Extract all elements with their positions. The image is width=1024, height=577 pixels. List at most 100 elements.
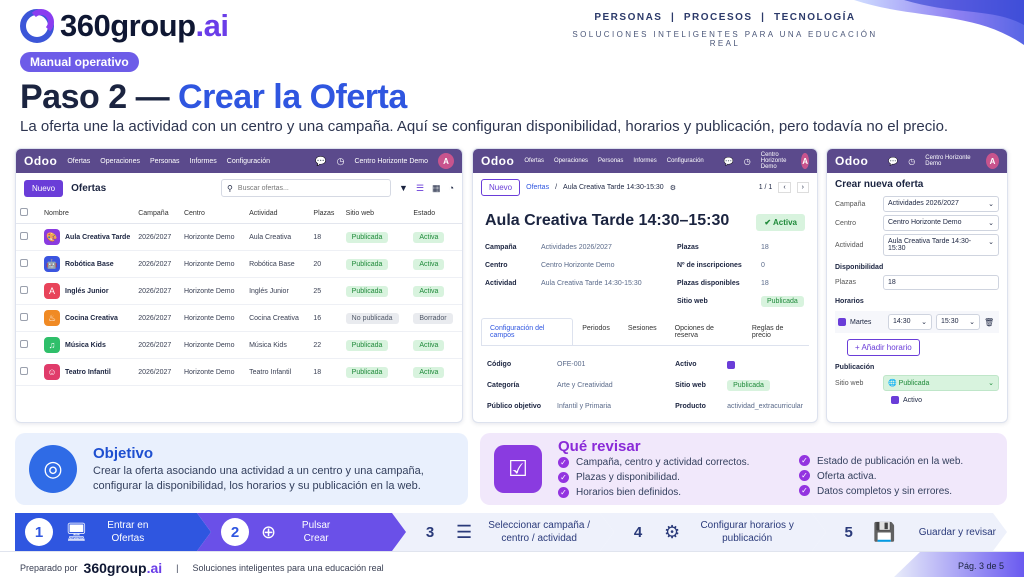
company-name[interactable]: Centro Horizonte Demo	[354, 158, 428, 165]
offer-name[interactable]: Teatro Infantil	[65, 369, 111, 376]
nav-item-personas[interactable]: Personas	[598, 158, 623, 164]
offer-name[interactable]: Música Kids	[65, 342, 106, 349]
nav-item-ofertas[interactable]: Ofertas	[524, 158, 544, 164]
next-record-icon[interactable]: ›	[796, 182, 809, 193]
company-name[interactable]: Centro Horizonte Demo	[761, 152, 792, 170]
new-button[interactable]: Nuevo	[24, 179, 64, 197]
table-row[interactable]: ♫ Música Kids 2026/2027 Horizonte Demo Músic…	[16, 331, 462, 359]
globe-icon: 🌐 Publicada	[888, 380, 930, 387]
nav-item-configuracion[interactable]: Configuración	[227, 158, 270, 165]
odoo-brand[interactable]: Odoo	[481, 154, 514, 168]
field-select[interactable]: Aula Creativa Tarde 14:30-15:30 ⌄	[883, 234, 999, 256]
prev-record-icon[interactable]: ‹	[778, 182, 791, 193]
add-schedule-button[interactable]: + Añadir horario	[847, 339, 920, 356]
field-value[interactable]: Aula Creativa Tarde 14:30-15:30	[541, 280, 642, 287]
odoo-brand[interactable]: Odoo	[835, 154, 868, 168]
row-checkbox[interactable]	[20, 313, 28, 321]
schedule-day: Martes	[850, 318, 872, 326]
gear-icon[interactable]: ⚙	[670, 184, 676, 192]
tab-2[interactable]: Sesiones	[619, 318, 666, 345]
nav-item-operaciones[interactable]: Operaciones	[100, 158, 140, 165]
avatar[interactable]: A	[438, 153, 454, 169]
search-box[interactable]: ⚲ Buscar ofertas...	[221, 179, 392, 197]
active-checkbox[interactable]	[891, 396, 899, 404]
offer-name[interactable]: Aula Creativa Tarde	[65, 234, 130, 241]
col-sitio-web[interactable]: Sitio web	[341, 203, 410, 224]
start-time-select[interactable]: 14:30 ⌄	[888, 314, 932, 330]
row-checkbox[interactable]	[20, 259, 28, 267]
avatar[interactable]: A	[801, 153, 809, 169]
col-centro[interactable]: Centro	[179, 203, 246, 224]
nav-item-informes[interactable]: Informes	[190, 158, 217, 165]
field-value[interactable]: 18	[761, 244, 769, 251]
odoo-brand[interactable]: Odoo	[24, 154, 57, 168]
nav-item-configuracion[interactable]: Configuración	[667, 158, 704, 164]
row-checkbox[interactable]	[20, 286, 28, 294]
offer-name[interactable]: Cocina Creativa	[65, 315, 118, 322]
field-value[interactable]: Centro Horizonte Demo	[541, 262, 615, 269]
select-all-checkbox[interactable]	[20, 208, 28, 216]
tab-4[interactable]: Reglas de precio	[743, 318, 809, 345]
breadcrumb-root[interactable]: Ofertas	[526, 184, 549, 191]
music-note-icon: ♫	[44, 337, 60, 353]
web-select[interactable]: 🌐 Publicada ⌄	[883, 375, 999, 391]
trash-icon[interactable]: 🗑	[984, 318, 994, 327]
field-select[interactable]: Centro Horizonte Demo ⌄	[883, 215, 999, 231]
nav-item-ofertas[interactable]: Ofertas	[67, 158, 90, 165]
col-campana[interactable]: Campaña	[134, 203, 180, 224]
clock-icon[interactable]: ◷	[908, 157, 915, 166]
search-input[interactable]: Buscar ofertas...	[238, 185, 289, 192]
offer-name[interactable]: Inglés Junior	[65, 288, 109, 295]
col-estado[interactable]: Estado	[409, 203, 462, 224]
letter-a-icon: A	[44, 283, 60, 299]
clock-icon[interactable]: ◷	[744, 157, 751, 166]
field-value[interactable]: Actividades 2026/2027	[541, 244, 612, 251]
offer-name[interactable]: Robótica Base	[65, 261, 114, 268]
company-name[interactable]: Centro Horizonte Demo	[925, 155, 976, 167]
active-checkbox[interactable]	[727, 360, 736, 369]
table-row[interactable]: A Inglés Junior 2026/2027 Horizonte Demo Ing…	[16, 277, 462, 305]
field-value[interactable]: Infantil y Primaria	[557, 403, 611, 410]
tab-1[interactable]: Periodos	[573, 318, 619, 345]
filter-icon[interactable]: ▼	[399, 183, 408, 193]
field-value[interactable]: OFE-001	[557, 361, 585, 368]
tab-0[interactable]: Configuración del campos	[481, 318, 574, 345]
field-value[interactable]: 0	[761, 262, 765, 269]
row-checkbox[interactable]	[20, 367, 28, 375]
chat-icon[interactable]: 💬	[888, 157, 898, 166]
table-row[interactable]: 🤖 Robótica Base 2026/2027 Horizonte Demo Rob…	[16, 250, 462, 278]
chat-icon[interactable]: 💬	[724, 157, 734, 166]
activity-view-icon[interactable]: ◔	[449, 183, 454, 193]
row-checkbox[interactable]	[20, 340, 28, 348]
field-value[interactable]: actividad_extracurricular	[727, 403, 803, 410]
field-label: Actividad	[835, 241, 864, 249]
table-row[interactable]: ☺ Teatro Infantil 2026/2027 Horizonte Demo T…	[16, 358, 462, 386]
nav-item-informes[interactable]: Informes	[633, 158, 656, 164]
new-button[interactable]: Nuevo	[481, 179, 521, 196]
list-view-icon[interactable]: ☰	[416, 183, 424, 194]
field-select[interactable]: Actividades 2026/2027 ⌄	[883, 196, 999, 212]
create-title: Crear nueva oferta	[835, 179, 924, 190]
odoo-navbar-2: Odoo Ofertas Operaciones Personas Inform…	[473, 149, 817, 173]
tab-3[interactable]: Opciones de reserva	[666, 318, 743, 345]
kanban-view-icon[interactable]: ▦	[432, 183, 441, 194]
nav-item-operaciones[interactable]: Operaciones	[554, 158, 588, 164]
avatar[interactable]: A	[986, 153, 999, 169]
nav-item-personas[interactable]: Personas	[150, 158, 180, 165]
cell-center: Horizonte Demo	[179, 358, 246, 386]
chef-hat-icon: ♨	[44, 310, 60, 326]
table-row[interactable]: 🎨 Aula Creativa Tarde 2026/2027 Horizonte D…	[16, 223, 462, 251]
chat-icon[interactable]: 💬	[315, 156, 326, 167]
end-time-select[interactable]: 15:30 ⌄	[936, 314, 980, 330]
row-checkbox[interactable]	[20, 232, 28, 240]
clock-icon[interactable]: ◷	[337, 156, 345, 167]
check-icon: ✓	[558, 471, 569, 483]
col-nombre[interactable]: Nombre	[40, 203, 135, 224]
col-plazas[interactable]: Plazas	[309, 203, 342, 224]
table-row[interactable]: ♨ Cocina Creativa 2026/2027 Horizonte Demo C…	[16, 304, 462, 332]
schedule-checkbox[interactable]	[838, 318, 846, 326]
field-value[interactable]: Arte y Creatividad	[557, 382, 613, 389]
seats-input[interactable]: 18	[883, 275, 999, 290]
col-actividad[interactable]: Actividad	[245, 203, 310, 224]
field-value[interactable]: 18	[761, 280, 769, 287]
